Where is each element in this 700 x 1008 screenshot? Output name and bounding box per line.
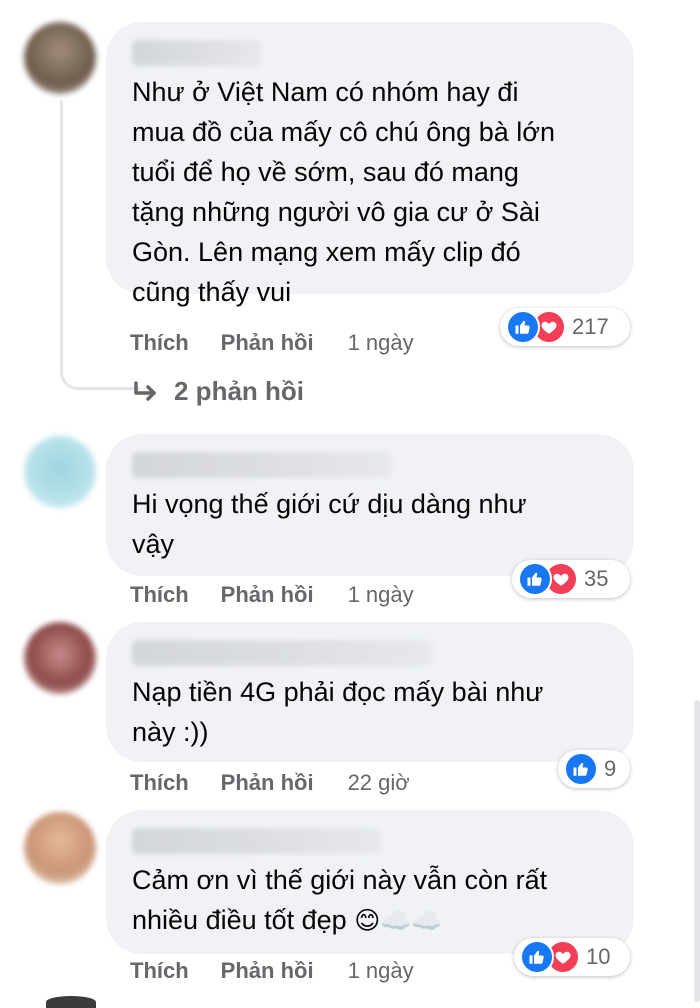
comment-bubble: Như ở Việt Nam có nhóm hay đi mua đồ của…: [106, 22, 634, 307]
reaction-count: 35: [584, 566, 609, 591]
like-button[interactable]: Thích: [130, 582, 189, 608]
comment-bubble: Nạp tiền 4G phải đọc mấy bài như này :)): [106, 622, 634, 762]
reaction-count: 217: [572, 314, 609, 339]
comment-text: Cảm ơn vì thế giới này vẫn còn rất nhiều…: [132, 860, 610, 941]
like-icon: [506, 310, 540, 344]
author-name-blurred[interactable]: [132, 40, 262, 66]
like-icon: [564, 752, 598, 786]
replies-count-label[interactable]: 2 phản hồi: [174, 376, 304, 407]
next-comment-avatar-partial: [46, 996, 96, 1008]
reply-button[interactable]: Phản hồi: [221, 582, 314, 608]
scrollbar[interactable]: [694, 700, 700, 1002]
author-name-blurred[interactable]: [132, 452, 392, 478]
comment-bubble: Hi vọng thế giới cứ dịu dàng như vậy: [106, 434, 634, 576]
reaction-count: 10: [586, 944, 611, 969]
comment-timestamp[interactable]: 1 ngày: [348, 958, 414, 984]
author-name-blurred[interactable]: [132, 828, 382, 854]
reply-arrow-icon: [134, 380, 156, 401]
reply-button[interactable]: Phản hồi: [221, 958, 314, 984]
avatar[interactable]: [24, 436, 96, 508]
reply-button[interactable]: Phản hồi: [221, 330, 314, 356]
comment-actions: Thích Phản hồi 1 ngày: [130, 582, 414, 608]
author-name-blurred[interactable]: [132, 640, 432, 666]
comment-timestamp[interactable]: 22 giờ: [348, 770, 410, 796]
reaction-count: 9: [604, 756, 617, 781]
avatar[interactable]: [24, 22, 96, 94]
comment-actions: Thích Phản hồi 22 giờ: [130, 770, 410, 796]
reaction-summary[interactable]: 9: [558, 750, 630, 788]
avatar[interactable]: [24, 812, 96, 884]
reply-button[interactable]: Phản hồi: [221, 770, 314, 796]
comment-actions: Thích Phản hồi 1 ngày: [130, 330, 414, 356]
reaction-summary[interactable]: 35: [512, 560, 630, 598]
like-icon: [518, 562, 552, 596]
avatar[interactable]: [24, 622, 96, 694]
like-button[interactable]: Thích: [130, 770, 189, 796]
smile-and-clouds-emoji: 😊☁️☁️: [354, 907, 443, 935]
comment-text: Nạp tiền 4G phải đọc mấy bài như này :)): [132, 677, 544, 747]
comment-timestamp[interactable]: 1 ngày: [348, 330, 414, 356]
comment-bubble: Cảm ơn vì thế giới này vẫn còn rất nhiều…: [106, 810, 634, 954]
comment-text: Hi vọng thế giới cứ dịu dàng như vậy: [132, 489, 527, 559]
comment-text-body: Cảm ơn vì thế giới này vẫn còn rất nhiều…: [132, 865, 548, 935]
view-replies-link[interactable]: 2 phản hồi: [132, 376, 304, 407]
comment-timestamp[interactable]: 1 ngày: [348, 582, 414, 608]
like-button[interactable]: Thích: [130, 330, 189, 356]
reaction-summary[interactable]: 217: [500, 308, 630, 346]
like-button[interactable]: Thích: [130, 958, 189, 984]
like-icon: [520, 940, 554, 974]
reaction-summary[interactable]: 10: [514, 938, 630, 976]
comment-actions: Thích Phản hồi 1 ngày: [130, 958, 414, 984]
comment-text: Như ở Việt Nam có nhóm hay đi mua đồ của…: [132, 77, 555, 307]
